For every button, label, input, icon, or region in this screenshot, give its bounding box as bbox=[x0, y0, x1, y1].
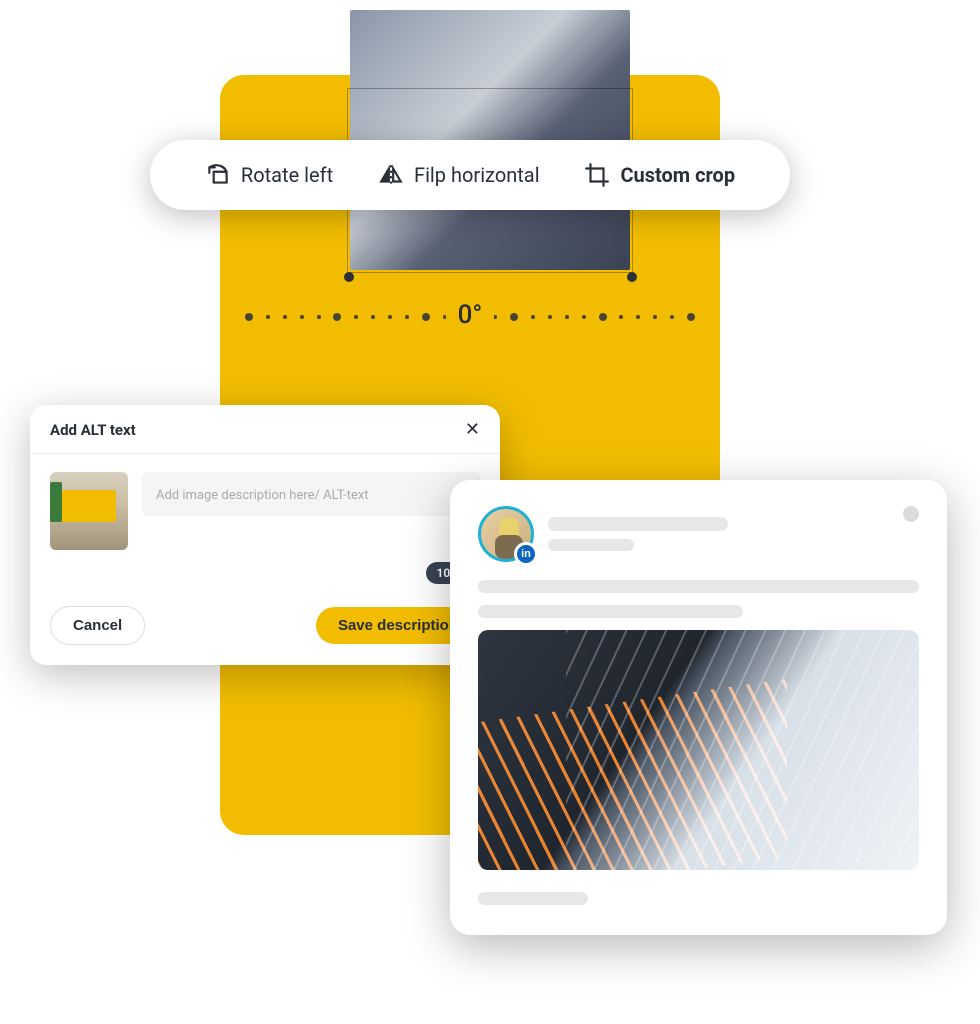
custom-crop-button[interactable]: Custom crop bbox=[584, 162, 735, 188]
post-image[interactable] bbox=[478, 630, 919, 870]
alt-text-modal: Add ALT text ✕ Add image description her… bbox=[30, 405, 500, 665]
rotation-ruler[interactable]: 0° bbox=[245, 300, 695, 330]
rotate-left-button[interactable]: Rotate left bbox=[205, 162, 333, 188]
author-name-skeleton bbox=[548, 517, 728, 531]
alt-thumbnail bbox=[50, 472, 128, 550]
image-toolbar: Rotate left Filp horizontal Custom crop bbox=[150, 140, 790, 210]
post-text-skeleton bbox=[478, 580, 919, 593]
cancel-button[interactable]: Cancel bbox=[50, 606, 145, 645]
post-menu-button[interactable] bbox=[903, 506, 919, 522]
linkedin-badge-icon: in bbox=[514, 542, 538, 566]
rotate-left-label: Rotate left bbox=[241, 163, 333, 187]
close-icon[interactable]: ✕ bbox=[465, 421, 480, 439]
alt-text-input[interactable]: Add image description here/ ALT-text bbox=[142, 472, 480, 516]
crop-icon bbox=[584, 162, 610, 188]
avatar[interactable]: in bbox=[478, 506, 534, 562]
alt-modal-title: Add ALT text bbox=[50, 421, 136, 439]
post-footer-skeleton bbox=[478, 892, 588, 905]
flip-horizontal-label: Filp horizontal bbox=[414, 163, 540, 187]
post-preview-card: in bbox=[450, 480, 947, 935]
flip-horizontal-button[interactable]: Filp horizontal bbox=[378, 162, 540, 188]
flip-horizontal-icon bbox=[378, 162, 404, 188]
crop-handle-bottom-left[interactable] bbox=[344, 272, 354, 282]
crop-handle-bottom-right[interactable] bbox=[627, 272, 637, 282]
custom-crop-label: Custom crop bbox=[620, 163, 735, 187]
alt-text-placeholder: Add image description here/ ALT-text bbox=[156, 488, 369, 503]
post-text-skeleton bbox=[478, 605, 743, 618]
rotation-degree-value: 0° bbox=[446, 300, 495, 330]
post-meta-skeleton bbox=[548, 539, 634, 551]
rotate-left-icon bbox=[205, 162, 231, 188]
